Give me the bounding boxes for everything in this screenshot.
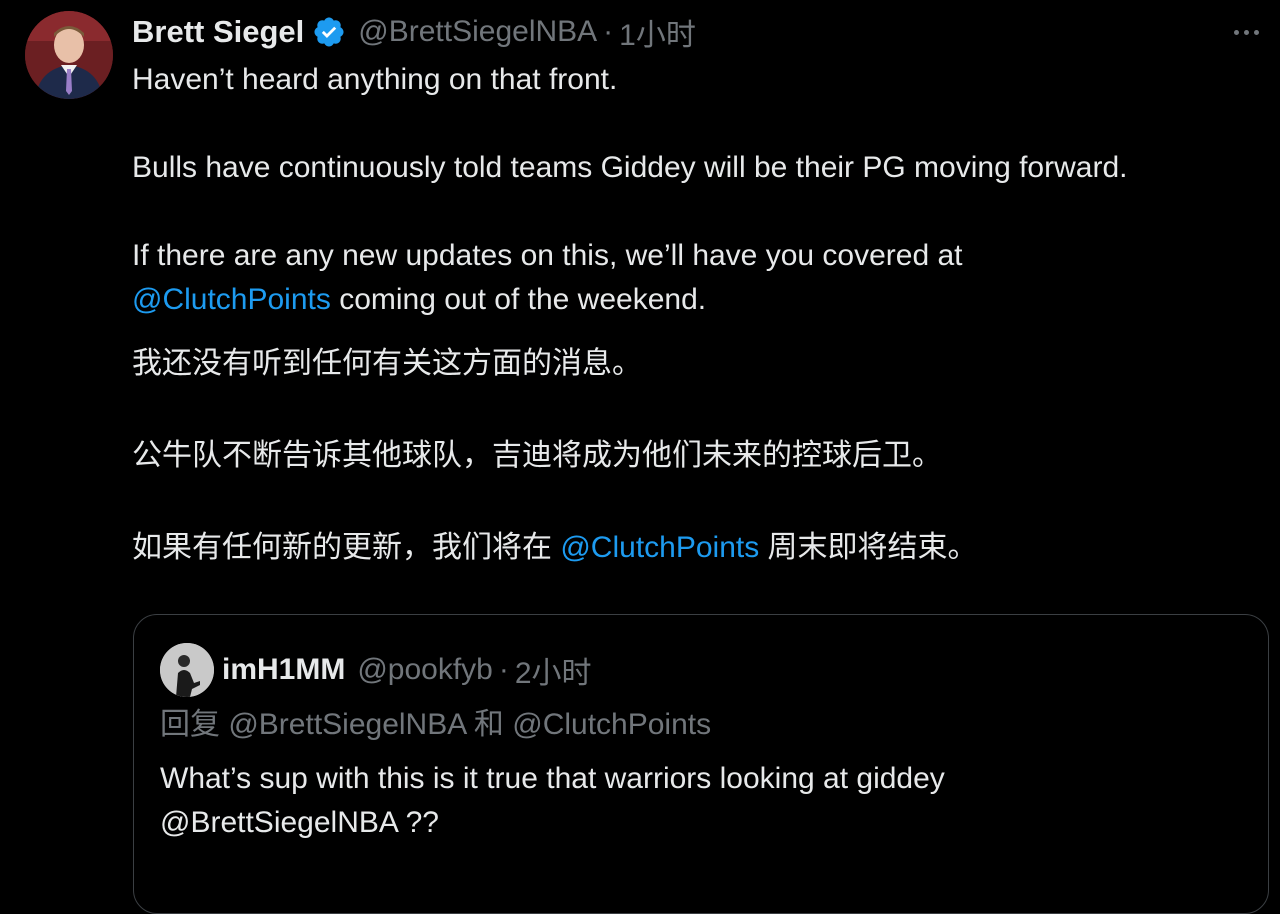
- author-name[interactable]: Brett Siegel: [132, 14, 304, 50]
- quote-time[interactable]: 2小时: [515, 648, 592, 692]
- reply-mention[interactable]: @ClutchPoints: [512, 708, 711, 741]
- translation-line-1: 我还没有听到任何有关这方面的消息。: [132, 347, 642, 380]
- quote-text-line-1: What’s sup with this is it true that war…: [160, 762, 945, 795]
- tweet-line-4-rest: coming out of the weekend.: [330, 283, 707, 316]
- quoted-tweet[interactable]: imH1MM @pookfyb · 2小时 回复 @BrettSiegelNBA…: [133, 614, 1269, 914]
- tweet-time[interactable]: 1小时: [619, 10, 696, 54]
- quote-header: imH1MM @pookfyb · 2小时: [222, 645, 592, 695]
- tweet-line-2: Bulls have continuously told teams Gidde…: [132, 151, 1128, 184]
- reply-context: 回复 @BrettSiegelNBA 和 @ClutchPoints: [160, 703, 711, 747]
- reply-and: 和: [465, 708, 513, 741]
- verified-badge-icon: [312, 15, 346, 49]
- quote-author-avatar[interactable]: [160, 643, 214, 697]
- author-avatar[interactable]: [25, 11, 113, 99]
- author-handle[interactable]: @BrettSiegelNBA: [358, 15, 597, 49]
- translation-line-2: 公牛队不断告诉其他球队，吉迪将成为他们未来的控球后卫。: [132, 439, 942, 472]
- tweet-line-3: If there are any new updates on this, we…: [132, 239, 963, 272]
- reply-mention[interactable]: @BrettSiegelNBA: [228, 708, 465, 741]
- reply-prefix: 回复: [160, 708, 229, 741]
- more-horizontal-icon[interactable]: [1226, 14, 1266, 50]
- quote-text-line-2: @BrettSiegelNBA ??: [160, 806, 439, 839]
- tweet-line-4: @ClutchPoints coming out of the weekend.: [132, 278, 1272, 322]
- quote-author-name[interactable]: imH1MM: [222, 653, 345, 687]
- separator-dot: ·: [603, 15, 614, 48]
- translation-line-3-post: 周末即将结束。: [759, 531, 978, 564]
- quote-text: What’s sup with this is it true that war…: [160, 757, 1240, 845]
- separator-dot: ·: [498, 653, 509, 686]
- tweet-header: Brett Siegel @BrettSiegelNBA · 1小时: [132, 10, 696, 54]
- tweet-line-1: Haven’t heard anything on that front.: [132, 63, 618, 96]
- mention-link[interactable]: @ClutchPoints: [560, 531, 759, 564]
- translation-line-3-pre: 如果有任何新的更新，我们将在: [132, 531, 561, 564]
- mention-link[interactable]: @ClutchPoints: [132, 283, 331, 316]
- translation-line-3: 如果有任何新的更新，我们将在 @ClutchPoints 周末即将结束。: [132, 526, 1272, 570]
- quote-author-handle[interactable]: @pookfyb: [357, 653, 493, 687]
